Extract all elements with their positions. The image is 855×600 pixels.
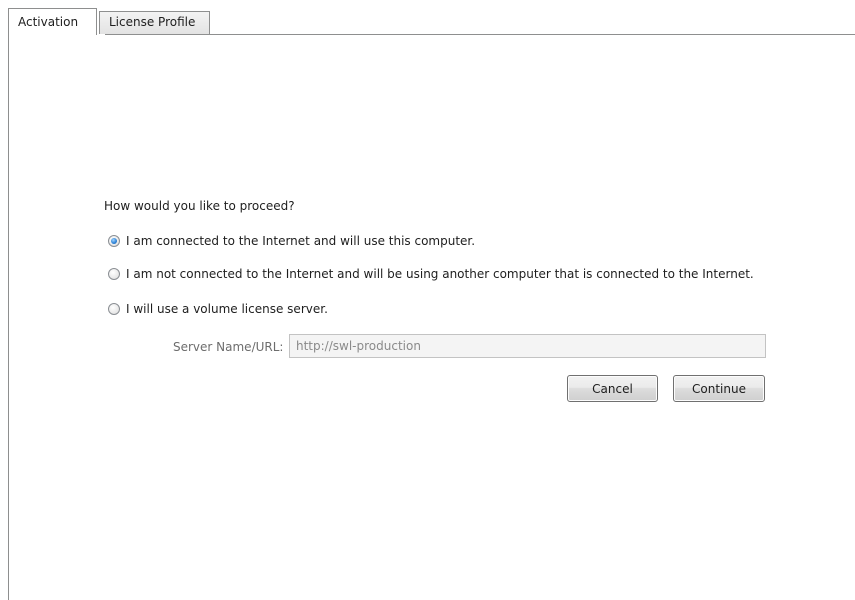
- option-offline-row[interactable]: I am not connected to the Internet and w…: [108, 266, 754, 282]
- server-name-input[interactable]: [289, 334, 766, 358]
- radio-connected[interactable]: [108, 235, 120, 247]
- option-offline-label[interactable]: I am not connected to the Internet and w…: [126, 267, 754, 281]
- option-connected-row[interactable]: I am connected to the Internet and will …: [108, 233, 475, 249]
- tab-license-profile[interactable]: License Profile: [99, 11, 210, 34]
- option-volume-license-label[interactable]: I will use a volume license server.: [126, 302, 328, 316]
- proceed-question: How would you like to proceed?: [104, 199, 295, 213]
- option-volume-license-row[interactable]: I will use a volume license server.: [108, 301, 328, 317]
- cancel-button[interactable]: Cancel: [567, 375, 658, 402]
- continue-button[interactable]: Continue: [673, 375, 765, 402]
- server-name-label: Server Name/URL:: [173, 340, 284, 354]
- radio-volume-license[interactable]: [108, 303, 120, 315]
- activation-panel: [8, 34, 855, 600]
- option-connected-label[interactable]: I am connected to the Internet and will …: [126, 234, 475, 248]
- radio-offline[interactable]: [108, 268, 120, 280]
- tab-activation[interactable]: Activation: [8, 8, 97, 35]
- activation-dialog: Activation License Profile How would you…: [0, 0, 855, 600]
- tab-strip: Activation License Profile: [8, 6, 855, 35]
